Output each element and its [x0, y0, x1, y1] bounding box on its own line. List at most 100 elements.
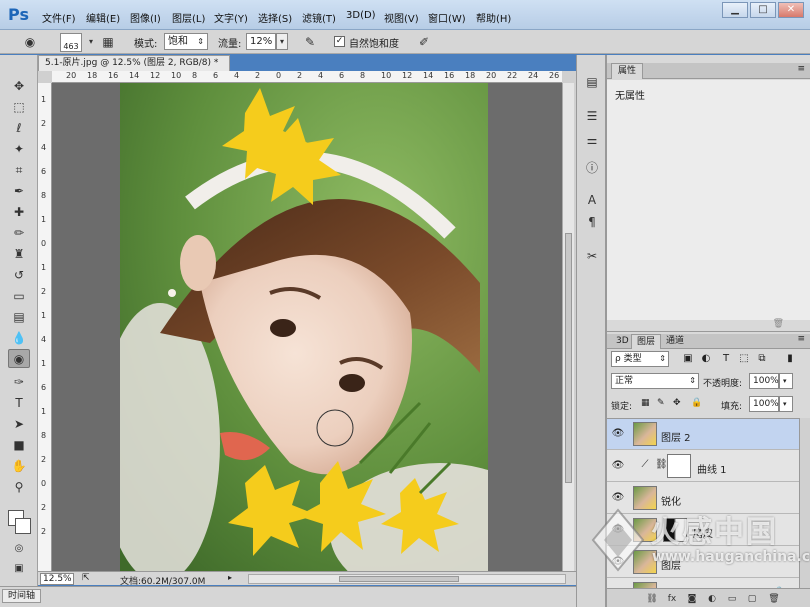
background-color-swatch[interactable]	[15, 518, 31, 534]
sponge-tool-icon[interactable]: ◉	[8, 349, 30, 368]
hand-tool-icon[interactable]: ✋	[8, 457, 30, 476]
chevron-down-icon[interactable]: ▾	[83, 34, 99, 50]
add-mask-icon[interactable]: ◙	[685, 592, 699, 606]
vertical-scroll-thumb[interactable]	[565, 233, 572, 483]
shape-tool-icon[interactable]: ■	[8, 436, 30, 455]
layer-row[interactable]: 👁 图层	[607, 547, 799, 578]
layer-row[interactable]: 👁 图层 2	[607, 419, 799, 450]
crop-tool-icon[interactable]: ⌗	[8, 161, 30, 180]
pressure-size-icon[interactable]: ✐	[416, 34, 432, 50]
link-layers-icon[interactable]: ⛓	[645, 592, 659, 606]
opacity-dropdown-icon[interactable]: ▾	[779, 373, 793, 389]
horizontal-scrollbar[interactable]	[248, 574, 566, 584]
lock-all-icon[interactable]: 🔒	[691, 398, 702, 408]
trash-icon[interactable]: 🗑	[773, 319, 784, 329]
menu-select[interactable]: 选择(S)	[258, 10, 292, 25]
vertical-scrollbar[interactable]	[562, 83, 574, 571]
brush-tool-icon[interactable]: ✏	[8, 224, 30, 243]
blend-mode-select[interactable]: 正常 ⇕	[611, 373, 699, 389]
minimize-button[interactable]: ▁	[722, 2, 748, 18]
layer-row[interactable]: 👁 背景 🔒	[607, 579, 799, 588]
menu-type[interactable]: 文字(Y)	[214, 10, 248, 25]
opacity-input[interactable]: 100%	[749, 373, 779, 389]
fill-input[interactable]: 100%	[749, 396, 779, 412]
eye-icon[interactable]: 👁	[611, 460, 625, 472]
layer-style-icon[interactable]: fx	[665, 592, 679, 606]
airbrush-icon[interactable]: ✎	[302, 34, 318, 50]
new-layer-icon[interactable]: ▢	[745, 592, 759, 606]
lock-pixels-icon[interactable]: ✎	[657, 398, 665, 408]
flow-input[interactable]: 12%	[246, 33, 276, 50]
menu-view[interactable]: 视图(V)	[384, 10, 419, 25]
filter-adjustment-icon[interactable]: ◐	[699, 352, 713, 366]
menu-image[interactable]: 图像(I)	[130, 10, 161, 25]
delete-layer-icon[interactable]: 🗑	[767, 592, 781, 606]
info-panel-icon[interactable]: ⓘ	[582, 159, 602, 177]
layer-row[interactable]: 👁 ⟋ ⛓ 曲线 1	[607, 451, 799, 482]
zoom-level-field[interactable]: 12.5%	[40, 573, 74, 585]
filter-toggle-icon[interactable]: ▮	[783, 352, 797, 366]
eye-icon[interactable]: 👁	[611, 524, 625, 536]
filter-smart-object-icon[interactable]: ⧉	[755, 352, 769, 366]
close-button[interactable]: ✕	[778, 2, 804, 18]
eyedropper-tool-icon[interactable]: ✒	[8, 182, 30, 201]
filter-type-icon[interactable]: T	[719, 352, 733, 366]
adjustments-panel-icon[interactable]: ☰	[582, 107, 602, 125]
brush-size-picker[interactable]: 463	[60, 33, 82, 52]
paragraph-panel-icon[interactable]: ¶	[582, 213, 602, 231]
eraser-tool-icon[interactable]: ▭	[8, 287, 30, 306]
eye-icon[interactable]: 👁	[611, 556, 625, 568]
history-brush-tool-icon[interactable]: ↺	[8, 266, 30, 285]
vibrance-checkbox[interactable]: ✓	[334, 36, 345, 47]
tab-channels[interactable]: 通道	[661, 334, 689, 349]
fill-dropdown-icon[interactable]: ▾	[779, 396, 793, 412]
blur-tool-icon[interactable]: 💧	[8, 329, 30, 348]
new-group-icon[interactable]: ▭	[725, 592, 739, 606]
filter-pixel-icon[interactable]: ▣	[681, 352, 695, 366]
mode-select[interactable]: 饱和 ⇕	[164, 33, 208, 50]
zoom-tool-icon[interactable]: ⚲	[8, 478, 30, 497]
export-icon[interactable]: ⇱	[82, 573, 90, 583]
tool-presets-icon[interactable]: ✂	[582, 247, 602, 265]
link-icon[interactable]: ⛓	[655, 459, 668, 470]
eye-icon[interactable]: 👁	[611, 428, 625, 440]
menu-filter[interactable]: 滤镜(T)	[302, 10, 336, 25]
sliders-panel-icon[interactable]: ⚌	[582, 131, 602, 149]
layer-filter-select[interactable]: ρ 类型 ⇕	[611, 351, 669, 367]
timeline-tab[interactable]: 时间轴	[2, 589, 42, 603]
quick-mask-icon[interactable]: ◎	[8, 539, 30, 558]
healing-brush-tool-icon[interactable]: ✚	[8, 203, 30, 222]
character-panel-icon[interactable]: A	[582, 191, 602, 209]
maximize-button[interactable]: □	[750, 2, 776, 18]
quick-select-tool-icon[interactable]: ✦	[8, 140, 30, 159]
new-adjustment-icon[interactable]: ◐	[705, 592, 719, 606]
history-panel-icon[interactable]: ▤	[582, 73, 602, 91]
sponge-tool-preset-icon[interactable]: ◉	[22, 34, 38, 50]
pen-tool-icon[interactable]: ✑	[8, 373, 30, 392]
marquee-tool-icon[interactable]: ⬚	[8, 98, 30, 117]
tab-properties[interactable]: 属性	[611, 63, 644, 79]
path-selection-tool-icon[interactable]: ➤	[8, 415, 30, 434]
panel-menu-icon[interactable]: ≡	[797, 64, 805, 74]
panel-menu-icon[interactable]: ≡	[797, 334, 805, 344]
screen-mode-icon[interactable]: ▣	[8, 559, 30, 578]
menu-window[interactable]: 窗口(W)	[428, 10, 466, 25]
layers-scrollbar[interactable]	[799, 418, 810, 588]
clone-stamp-tool-icon[interactable]: ♜	[8, 245, 30, 264]
flow-dropdown-icon[interactable]: ▾	[276, 33, 288, 50]
tab-layers[interactable]: 图层	[631, 334, 662, 349]
gradient-tool-icon[interactable]: ▤	[8, 308, 30, 327]
lasso-tool-icon[interactable]: ℓ	[8, 119, 30, 138]
menu-file[interactable]: 文件(F)	[42, 10, 76, 25]
eye-icon[interactable]: 👁	[611, 492, 625, 504]
lock-position-icon[interactable]: ✥	[673, 398, 681, 408]
menu-layer[interactable]: 图层(L)	[172, 10, 205, 25]
lock-transparent-icon[interactable]: ▦	[641, 398, 650, 408]
menu-help[interactable]: 帮助(H)	[476, 10, 511, 25]
layer-row[interactable]: 👁 锐化	[607, 483, 799, 514]
menu-edit[interactable]: 编辑(E)	[86, 10, 120, 25]
horizontal-scroll-thumb[interactable]	[339, 576, 459, 582]
canvas-photo[interactable]	[120, 83, 488, 571]
document-tab[interactable]: 5.1-原片.jpg @ 12.5% (图层 2, RGB/8) *	[38, 55, 230, 71]
filter-shape-icon[interactable]: ⬚	[737, 352, 751, 366]
